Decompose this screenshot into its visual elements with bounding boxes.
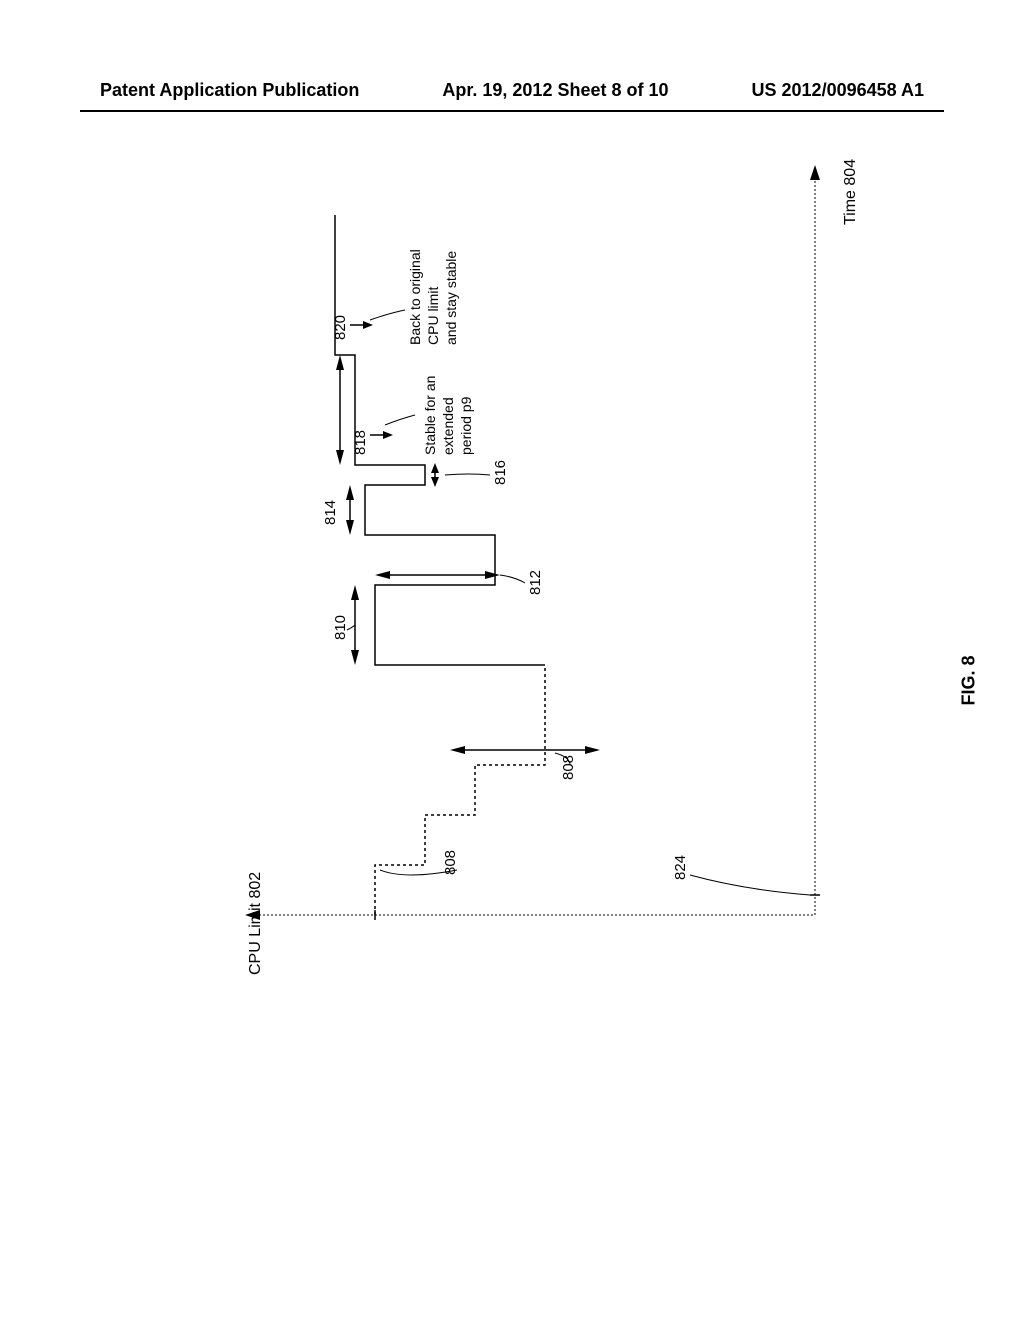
leader-818-curve	[385, 415, 415, 425]
arrow-810-r	[351, 585, 359, 600]
arrow-816-r	[431, 463, 439, 473]
ref-820: 820	[332, 315, 349, 340]
arrow-818	[383, 431, 393, 439]
ref-808-b: 808	[560, 755, 577, 780]
header-center: Apr. 19, 2012 Sheet 8 of 10	[442, 80, 668, 101]
arrow-814-r	[346, 485, 354, 500]
note-stable-line1: Stable for an	[422, 376, 438, 455]
x-axis-arrow	[810, 165, 820, 180]
ref-818: 818	[352, 430, 369, 455]
ref-812: 812	[527, 570, 544, 595]
leader-816	[445, 474, 490, 475]
arrow-812-down	[485, 571, 500, 579]
leader-812	[500, 575, 525, 583]
figure-container: CPU Limit 802 Time 804 808 824 808 810	[175, 125, 875, 975]
leader-820-curve	[370, 310, 405, 320]
ref-814: 814	[322, 500, 339, 525]
step-line-1	[375, 665, 545, 915]
arrow-818-l	[336, 450, 344, 465]
note-stable-line3: period p9	[458, 396, 474, 455]
figure-label: FIG. 8	[958, 655, 979, 705]
note-back-line2: CPU limit	[425, 287, 441, 345]
arrow-814-l	[346, 520, 354, 535]
arrow-808-down	[585, 746, 600, 754]
arrow-818-r	[336, 355, 344, 370]
note-stable-line2: extended	[440, 397, 456, 455]
page-header: Patent Application Publication Apr. 19, …	[0, 80, 1024, 101]
chart-svg: CPU Limit 802 Time 804 808 824 808 810	[175, 125, 875, 975]
arrow-820	[363, 321, 373, 329]
header-right: US 2012/0096458 A1	[752, 80, 924, 101]
arrow-816-l	[431, 477, 439, 487]
leader-824	[690, 875, 810, 895]
arrow-808-up	[450, 746, 465, 754]
arrow-812-up	[375, 571, 390, 579]
header-divider	[80, 110, 944, 112]
ref-816: 816	[492, 460, 509, 485]
ref-824: 824	[672, 855, 689, 880]
header-left: Patent Application Publication	[100, 80, 359, 101]
arrow-810-l	[351, 650, 359, 665]
y-axis-label: CPU Limit 802	[247, 872, 264, 975]
note-back-line3: and stay stable	[443, 251, 459, 345]
note-back-line1: Back to original	[407, 249, 423, 345]
ref-810: 810	[332, 615, 349, 640]
x-axis-label: Time 804	[842, 159, 859, 225]
